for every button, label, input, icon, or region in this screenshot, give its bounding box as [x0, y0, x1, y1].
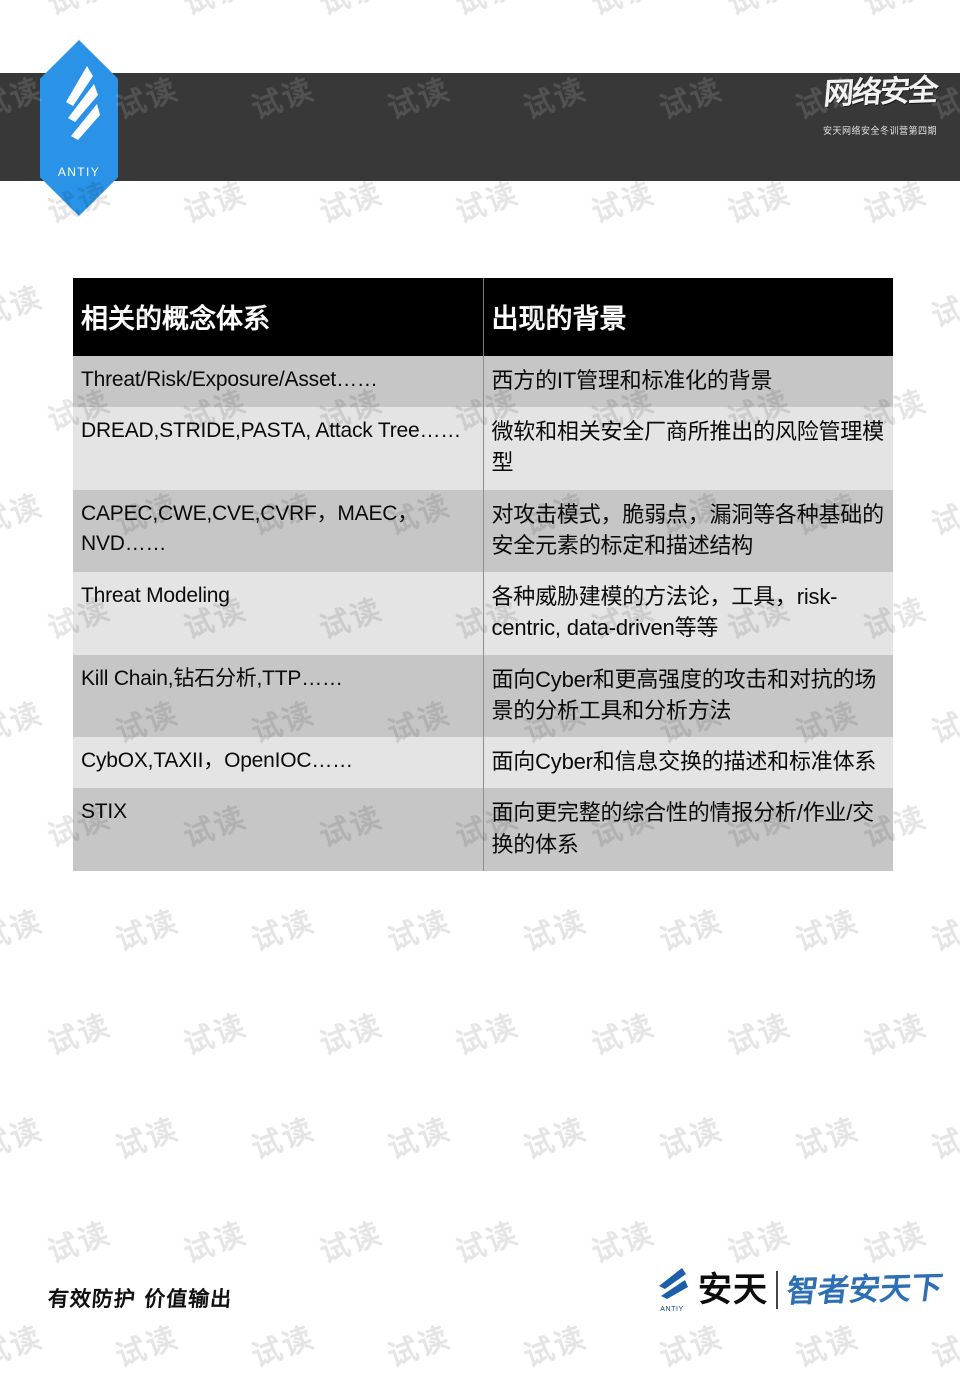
watermark-text: 试读 — [315, 1007, 388, 1063]
column-header-concept: 相关的概念体系 — [73, 278, 484, 356]
watermark-text: 试读 — [519, 903, 592, 959]
cell-concept: Threat Modeling — [73, 572, 484, 655]
watermark-text: 试读 — [856, 0, 931, 24]
watermark-text: 试读 — [43, 1215, 116, 1271]
footer-brand-cn: 安天 — [698, 1270, 768, 1310]
footer-tagline: 智者安天下 — [784, 1269, 945, 1310]
watermark-text: 试读 — [0, 695, 48, 751]
watermark-text: 试读 — [451, 1215, 524, 1271]
watermark-text: 试读 — [519, 1319, 592, 1375]
watermark-text: 试读 — [587, 1007, 660, 1063]
watermark-text: 试读 — [927, 1319, 960, 1375]
watermark-text: 试读 — [0, 487, 48, 543]
cell-background: 面向Cyber和信息交换的描述和标准体系 — [483, 737, 893, 789]
cell-background: 面向更完整的综合性的情报分析/作业/交换的体系 — [483, 788, 893, 871]
footer-brand: ANTIY 安天 智者安天下 — [650, 1262, 945, 1318]
table-row: DREAD,STRIDE,PASTA, Attack Tree…… 微软和相关安… — [73, 407, 893, 490]
watermark-text: 试读 — [584, 0, 659, 24]
watermark-text: 试读 — [383, 903, 456, 959]
antiy-wordmark-footer: ANTIY — [660, 1306, 684, 1313]
cell-background: 各种威胁建模的方法论，工具，risk-centric, data-driven等… — [483, 572, 893, 655]
watermark-text: 试读 — [315, 1215, 388, 1271]
cell-background: 对攻击模式，脆弱点，漏洞等各种基础的安全元素的标定和描述结构 — [483, 489, 893, 573]
cell-concept: Kill Chain,钻石分析,TTP…… — [73, 654, 484, 738]
watermark-text: 试读 — [247, 903, 320, 959]
footer-slogan: 有效防护 价值输出 — [46, 1286, 234, 1311]
watermark-text: 试读 — [40, 0, 115, 24]
watermark-text: 试读 — [111, 1111, 184, 1167]
watermark-text: 试读 — [383, 1111, 456, 1167]
table-row: Kill Chain,钻石分析,TTP…… 面向Cyber和更高强度的攻击和对抗… — [73, 654, 893, 738]
cell-concept: DREAD,STRIDE,PASTA, Attack Tree…… — [73, 407, 484, 490]
watermark-text: 试读 — [448, 0, 523, 24]
watermark-text: 试读 — [0, 1319, 48, 1375]
cell-concept: CAPEC,CWE,CVE,CVRF，MAEC，NVD…… — [73, 489, 484, 573]
watermark-text: 试读 — [791, 1319, 864, 1375]
watermark-text: 试读 — [0, 279, 48, 335]
watermark-text: 试读 — [383, 1319, 456, 1375]
watermark-text: 试读 — [111, 1319, 184, 1375]
cell-concept: Threat/Risk/Exposure/Asset…… — [73, 356, 484, 408]
watermark-text: 试读 — [720, 0, 795, 24]
watermark-text: 试读 — [312, 0, 387, 24]
watermark-text: 试读 — [859, 1007, 932, 1063]
antiy-feather-icon — [53, 64, 105, 161]
watermark-text: 试读 — [655, 1319, 728, 1375]
watermark-text: 试读 — [927, 487, 960, 543]
watermark-text: 试读 — [176, 0, 251, 24]
watermark-text: 试读 — [723, 1007, 796, 1063]
table-row: STIX 面向更完整的综合性的情报分析/作业/交换的体系 — [73, 788, 893, 871]
watermark-text: 试读 — [927, 695, 960, 751]
watermark-text: 试读 — [519, 1111, 592, 1167]
watermark-text: 试读 — [927, 1111, 960, 1167]
watermark-text: 试读 — [927, 903, 960, 959]
cell-background: 面向Cyber和更高强度的攻击和对抗的场景的分析工具和分析方法 — [483, 654, 893, 738]
watermark-text: 试读 — [791, 1111, 864, 1167]
watermark-text: 试读 — [247, 1111, 320, 1167]
watermark-text: 试读 — [451, 1007, 524, 1063]
watermark-text: 试读 — [179, 1007, 252, 1063]
cell-concept: STIX — [73, 788, 484, 871]
watermark-text: 试读 — [655, 903, 728, 959]
table-row: Threat Modeling 各种威胁建模的方法论，工具，risk-centr… — [73, 572, 893, 655]
calligraphy-title: 网络安全 — [822, 73, 938, 112]
watermark-text: 试读 — [587, 1215, 660, 1271]
cell-concept: CybOX,TAXII，OpenIOC…… — [73, 737, 484, 789]
watermark-text: 试读 — [0, 903, 48, 959]
watermark-text: 试读 — [791, 903, 864, 959]
footer-divider — [776, 1271, 778, 1309]
concept-system-table: 相关的概念体系 出现的背景 Threat/Risk/Exposure/Asset… — [73, 278, 893, 871]
column-header-background: 出现的背景 — [483, 278, 893, 356]
antiy-feather-icon-footer: ANTIY — [650, 1267, 694, 1313]
watermark-text: 试读 — [247, 1319, 320, 1375]
table-row: CAPEC,CWE,CVE,CVRF，MAEC，NVD…… 对攻击模式，脆弱点，… — [73, 489, 893, 573]
watermark-text: 试读 — [43, 1007, 116, 1063]
table-row: CybOX,TAXII，OpenIOC…… 面向Cyber和信息交换的描述和标准… — [73, 737, 893, 789]
cell-background: 西方的IT管理和标准化的背景 — [483, 356, 893, 408]
table-header-row: 相关的概念体系 出现的背景 — [73, 278, 893, 356]
cell-background: 微软和相关安全厂商所推出的风险管理模型 — [483, 407, 893, 490]
calligraphy-subtitle: 安天网络安全冬训营第四期 — [822, 126, 937, 138]
watermark-text: 试读 — [927, 279, 960, 335]
watermark-text: 试读 — [0, 1111, 48, 1167]
watermark-text: 试读 — [655, 1111, 728, 1167]
watermark-text: 试读 — [179, 1215, 252, 1271]
watermark-text: 试读 — [111, 903, 184, 959]
antiy-logo-badge: ANTIY — [40, 40, 118, 216]
table-row: Threat/Risk/Exposure/Asset…… 西方的IT管理和标准化… — [73, 356, 893, 408]
antiy-wordmark: ANTIY — [57, 165, 101, 179]
event-calligraphy: 网络安全 安天网络安全冬训营第四期 — [810, 73, 950, 178]
